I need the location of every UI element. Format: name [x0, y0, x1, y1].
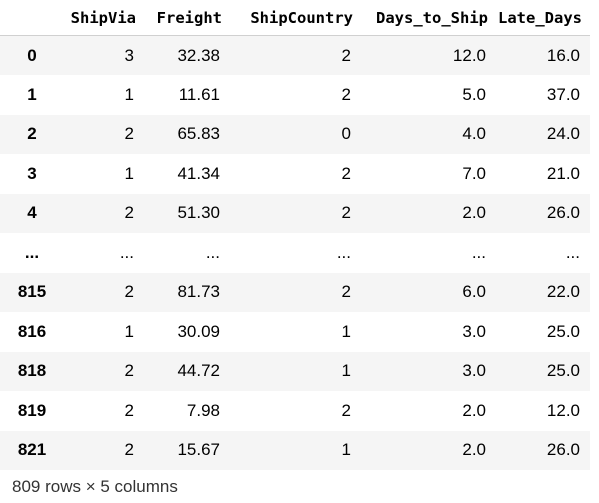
table-cell: 65.83 — [177, 124, 220, 144]
column-header-shipcountry: ShipCountry — [230, 0, 361, 36]
row-index: 815 — [17, 282, 47, 302]
table-cell: 2 — [341, 45, 351, 65]
table-row: 1 1 11.61 2 5.0 37.0 — [0, 75, 590, 115]
table-cell: 2 — [341, 400, 351, 420]
table-cell: 24.0 — [546, 124, 580, 144]
table-cell: ... — [119, 242, 134, 262]
row-index: ... — [24, 242, 40, 262]
table-cell: 1 — [341, 440, 351, 460]
table-cell: 2 — [341, 203, 351, 223]
table-cell: 3.0 — [462, 361, 486, 381]
table-cell: 1 — [124, 321, 134, 341]
table-cell: 26.0 — [546, 440, 580, 460]
table-cell: 26.0 — [546, 203, 580, 223]
table-cell: ... — [565, 242, 580, 262]
table-cell: 2 — [124, 361, 134, 381]
table-cell: 5.0 — [462, 84, 486, 104]
table-row: 3 1 41.34 2 7.0 21.0 — [0, 154, 590, 194]
table-cell: 2 — [341, 282, 351, 302]
table-cell: 15.67 — [177, 440, 220, 460]
table-row: 815 2 81.73 2 6.0 22.0 — [0, 272, 590, 312]
table-cell: 3.0 — [462, 321, 486, 341]
table-row: 821 2 15.67 1 2.0 26.0 — [0, 430, 590, 470]
table-cell: 12.0 — [546, 400, 580, 420]
table-row: 4 2 51.30 2 2.0 26.0 — [0, 193, 590, 233]
table-cell: 51.30 — [177, 203, 220, 223]
column-header-days-to-ship: Days_to_Ship — [361, 0, 496, 36]
dataframe-output: ShipVia Freight ShipCountry Days_to_Ship… — [0, 0, 599, 503]
table-cell: 2 — [124, 124, 134, 144]
table-cell: 1 — [341, 361, 351, 381]
table-header: ShipVia Freight ShipCountry Days_to_Ship… — [0, 0, 590, 36]
table-cell: 2 — [124, 282, 134, 302]
column-header-late-days: Late_Days — [496, 0, 590, 36]
table-cell: 41.34 — [177, 163, 220, 183]
table-cell: 25.0 — [546, 321, 580, 341]
table-cell: 2.0 — [462, 400, 486, 420]
table-row: 2 2 65.83 0 4.0 24.0 — [0, 114, 590, 154]
table-cell: 6.0 — [462, 282, 486, 302]
column-header-freight: Freight — [144, 0, 230, 36]
table-cell: ... — [471, 242, 486, 262]
table-row: 0 3 32.38 2 12.0 16.0 — [0, 35, 590, 75]
table-cell: 16.0 — [546, 45, 580, 65]
dataframe-table: ShipVia Freight ShipCountry Days_to_Ship… — [0, 0, 590, 470]
column-header-shipvia: ShipVia — [64, 0, 144, 36]
table-cell: ... — [336, 242, 351, 262]
table-cell: 2.0 — [462, 440, 486, 460]
row-index: 821 — [17, 440, 47, 460]
table-row: .................. — [0, 233, 590, 273]
table-cell: 2 — [341, 163, 351, 183]
table-cell: 7.0 — [462, 163, 486, 183]
table-cell: 44.72 — [177, 361, 220, 381]
row-index: 4 — [27, 203, 37, 223]
table-cell: 2 — [341, 84, 351, 104]
table-cell: 3 — [124, 45, 134, 65]
table-row: 818 2 44.72 1 3.0 25.0 — [0, 351, 590, 391]
table-cell: 12.0 — [452, 45, 486, 65]
row-index: 819 — [17, 400, 47, 420]
table-cell: ... — [205, 242, 220, 262]
table-body: 0 3 32.38 2 12.0 16.0 1 1 11.61 2 5.0 37.0 2 2 65.83 0 4… — [0, 35, 590, 470]
table-cell: 0 — [341, 124, 351, 144]
row-index: 818 — [17, 361, 47, 381]
table-cell: 7.98 — [186, 400, 220, 420]
table-cell: 4.0 — [462, 124, 486, 144]
table-row: 819 2 7.98 2 2.0 12.0 — [0, 391, 590, 431]
header-row: ShipVia Freight ShipCountry Days_to_Ship… — [0, 0, 590, 36]
table-cell: 21.0 — [546, 163, 580, 183]
index-header — [0, 0, 64, 36]
table-cell: 25.0 — [546, 361, 580, 381]
row-index: 0 — [27, 45, 37, 65]
table-cell: 1 — [124, 84, 134, 104]
table-cell: 32.38 — [177, 45, 220, 65]
table-row: 816 1 30.09 1 3.0 25.0 — [0, 312, 590, 352]
row-index: 3 — [27, 163, 37, 183]
table-cell: 11.61 — [178, 84, 220, 104]
table-cell: 22.0 — [546, 282, 580, 302]
table-cell: 2 — [124, 440, 134, 460]
table-cell: 1 — [341, 321, 351, 341]
shape-summary: 809 rows × 5 columns — [12, 477, 178, 496]
table-cell: 2.0 — [462, 203, 486, 223]
table-cell: 30.09 — [177, 321, 220, 341]
table-cell: 2 — [124, 400, 134, 420]
table-cell: 1 — [124, 163, 134, 183]
table-cell: 81.73 — [177, 282, 220, 302]
row-index: 1 — [27, 84, 37, 104]
table-cell: 2 — [124, 203, 134, 223]
row-index: 2 — [27, 124, 37, 144]
table-cell: 37.0 — [546, 84, 580, 104]
row-index: 816 — [17, 321, 47, 341]
